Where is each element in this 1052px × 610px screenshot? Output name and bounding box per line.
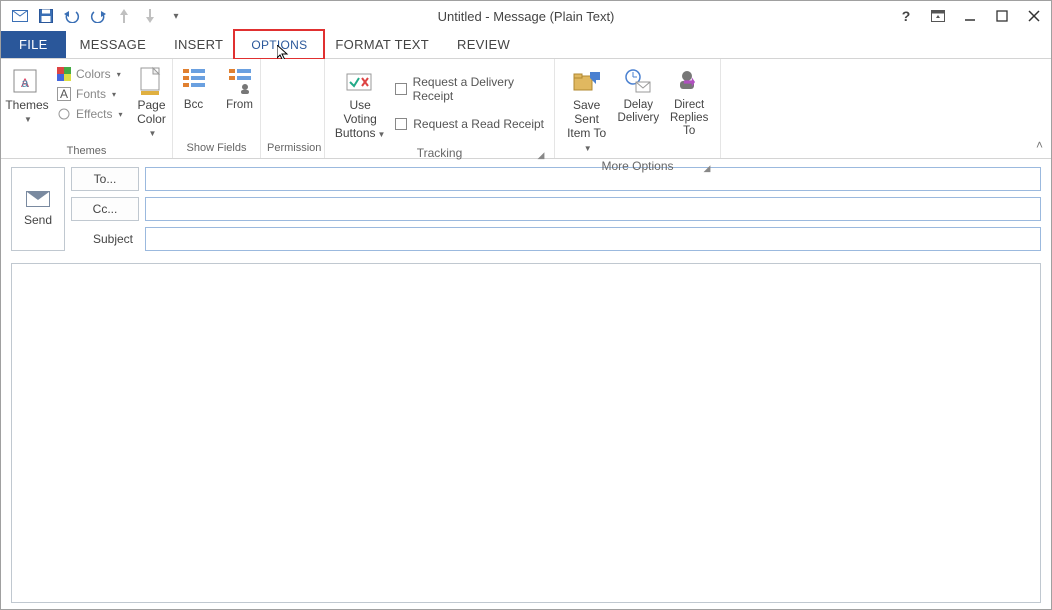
svg-text:A: A bbox=[60, 87, 68, 101]
themes-button[interactable]: Aa Themes▼ bbox=[7, 63, 47, 128]
voting-icon bbox=[344, 65, 376, 97]
colors-icon bbox=[56, 66, 72, 82]
to-button[interactable]: To... bbox=[71, 167, 139, 191]
page-color-button[interactable]: Page Color▼ bbox=[131, 63, 171, 143]
quick-access-toolbar: ▾ bbox=[7, 7, 185, 25]
redo-icon[interactable] bbox=[89, 7, 107, 25]
ribbon: Aa Themes▼ Colors▾ A Fonts▾ Effe bbox=[1, 59, 1051, 159]
tab-file[interactable]: FILE bbox=[1, 31, 66, 58]
use-voting-buttons[interactable]: Use Voting Buttons▼ bbox=[331, 63, 389, 144]
group-tracking: Use Voting Buttons▼ Request a Delivery R… bbox=[325, 59, 555, 158]
help-icon[interactable]: ? bbox=[895, 7, 917, 25]
send-label: Send bbox=[24, 213, 52, 227]
effects-icon bbox=[56, 106, 72, 122]
from-icon bbox=[224, 65, 256, 97]
tab-review[interactable]: REVIEW bbox=[443, 31, 524, 58]
read-receipt-label: Request a Read Receipt bbox=[413, 117, 544, 131]
use-voting-label: Use Voting Buttons▼ bbox=[333, 99, 387, 142]
qat-customize-icon[interactable]: ▾ bbox=[167, 7, 185, 25]
bcc-label: Bcc bbox=[184, 99, 203, 112]
compose-area: Send To... Cc... Subject bbox=[1, 159, 1051, 609]
collapse-ribbon-icon[interactable]: ˄ bbox=[1036, 138, 1043, 152]
message-header: Send To... Cc... Subject bbox=[11, 167, 1041, 251]
cc-button[interactable]: Cc... bbox=[71, 197, 139, 221]
tab-options-label: OPTIONS bbox=[251, 38, 307, 52]
subject-label: Subject bbox=[71, 227, 139, 251]
direct-replies-button[interactable]: Direct Replies To bbox=[664, 63, 714, 141]
previous-item-icon bbox=[115, 7, 133, 25]
read-receipt-checkbox[interactable]: Request a Read Receipt bbox=[395, 115, 548, 133]
envelope-icon bbox=[26, 191, 50, 207]
themes-icon: Aa bbox=[11, 65, 43, 97]
svg-text:a: a bbox=[22, 76, 29, 90]
ribbon-tabs: FILE MESSAGE INSERT OPTIONS FORMAT TEXT … bbox=[1, 31, 1051, 59]
tab-options[interactable]: OPTIONS bbox=[237, 31, 321, 58]
minimize-icon[interactable] bbox=[959, 7, 981, 25]
effects-label: Effects bbox=[76, 107, 112, 121]
window-controls: ? bbox=[895, 7, 1045, 25]
window-title: Untitled - Message (Plain Text) bbox=[438, 9, 615, 24]
message-body[interactable] bbox=[11, 263, 1041, 603]
group-show-fields: Bcc From Show Fields bbox=[173, 59, 261, 158]
save-sent-item-button[interactable]: Save Sent Item To▼ bbox=[561, 63, 612, 157]
group-label-more-options: More Options ◢ bbox=[561, 157, 714, 177]
ribbon-display-icon[interactable] bbox=[927, 7, 949, 25]
mail-icon[interactable] bbox=[11, 7, 29, 25]
delay-delivery-button[interactable]: Delay Delivery bbox=[618, 63, 658, 127]
fonts-label: Fonts bbox=[76, 87, 106, 101]
maximize-icon[interactable] bbox=[991, 7, 1013, 25]
save-sent-label: Save Sent Item To▼ bbox=[563, 99, 610, 155]
save-sent-icon bbox=[571, 65, 603, 97]
checkbox-icon bbox=[395, 118, 407, 130]
app-window: ▾ Untitled - Message (Plain Text) ? FILE… bbox=[0, 0, 1052, 610]
delay-icon bbox=[622, 65, 654, 97]
next-item-icon bbox=[141, 7, 159, 25]
bcc-icon bbox=[178, 65, 210, 97]
dialog-launcher-icon[interactable]: ◢ bbox=[536, 150, 546, 160]
from-label: From bbox=[226, 99, 253, 112]
delay-label: Delay Delivery bbox=[618, 99, 660, 125]
group-label-themes: Themes bbox=[7, 143, 166, 161]
from-button[interactable]: From bbox=[220, 63, 260, 114]
fonts-icon: A bbox=[56, 86, 72, 102]
save-icon[interactable] bbox=[37, 7, 55, 25]
group-label-show-fields: Show Fields bbox=[179, 140, 254, 158]
delivery-receipt-checkbox[interactable]: Request a Delivery Receipt bbox=[395, 73, 548, 105]
dialog-launcher-icon[interactable]: ◢ bbox=[702, 163, 712, 173]
group-label-permission: Permission bbox=[267, 140, 318, 158]
direct-replies-icon bbox=[673, 65, 705, 97]
group-label-tracking: Tracking ◢ bbox=[331, 144, 548, 164]
theme-effects-button[interactable]: Effects▾ bbox=[53, 105, 125, 123]
checkbox-icon bbox=[395, 83, 406, 95]
title-bar: ▾ Untitled - Message (Plain Text) ? bbox=[1, 1, 1051, 31]
group-themes: Aa Themes▼ Colors▾ A Fonts▾ Effe bbox=[1, 59, 173, 158]
undo-icon[interactable] bbox=[63, 7, 81, 25]
tab-message[interactable]: MESSAGE bbox=[66, 31, 160, 58]
send-button[interactable]: Send bbox=[11, 167, 65, 251]
theme-colors-button[interactable]: Colors▾ bbox=[53, 65, 125, 83]
themes-label: Themes▼ bbox=[5, 99, 48, 126]
subject-input[interactable] bbox=[145, 227, 1041, 251]
delivery-receipt-label: Request a Delivery Receipt bbox=[413, 75, 548, 103]
direct-replies-label: Direct Replies To bbox=[666, 99, 712, 139]
bcc-button[interactable]: Bcc bbox=[174, 63, 214, 114]
page-color-icon bbox=[135, 65, 167, 97]
tab-format-text[interactable]: FORMAT TEXT bbox=[321, 31, 443, 58]
group-permission: Permission bbox=[261, 59, 325, 158]
close-icon[interactable] bbox=[1023, 7, 1045, 25]
group-more-options: Save Sent Item To▼ Delay Delivery Direct… bbox=[555, 59, 721, 158]
tab-insert[interactable]: INSERT bbox=[160, 31, 237, 58]
page-color-label: Page Color▼ bbox=[133, 99, 169, 141]
cc-input[interactable] bbox=[145, 197, 1041, 221]
colors-label: Colors bbox=[76, 67, 111, 81]
theme-fonts-button[interactable]: A Fonts▾ bbox=[53, 85, 125, 103]
